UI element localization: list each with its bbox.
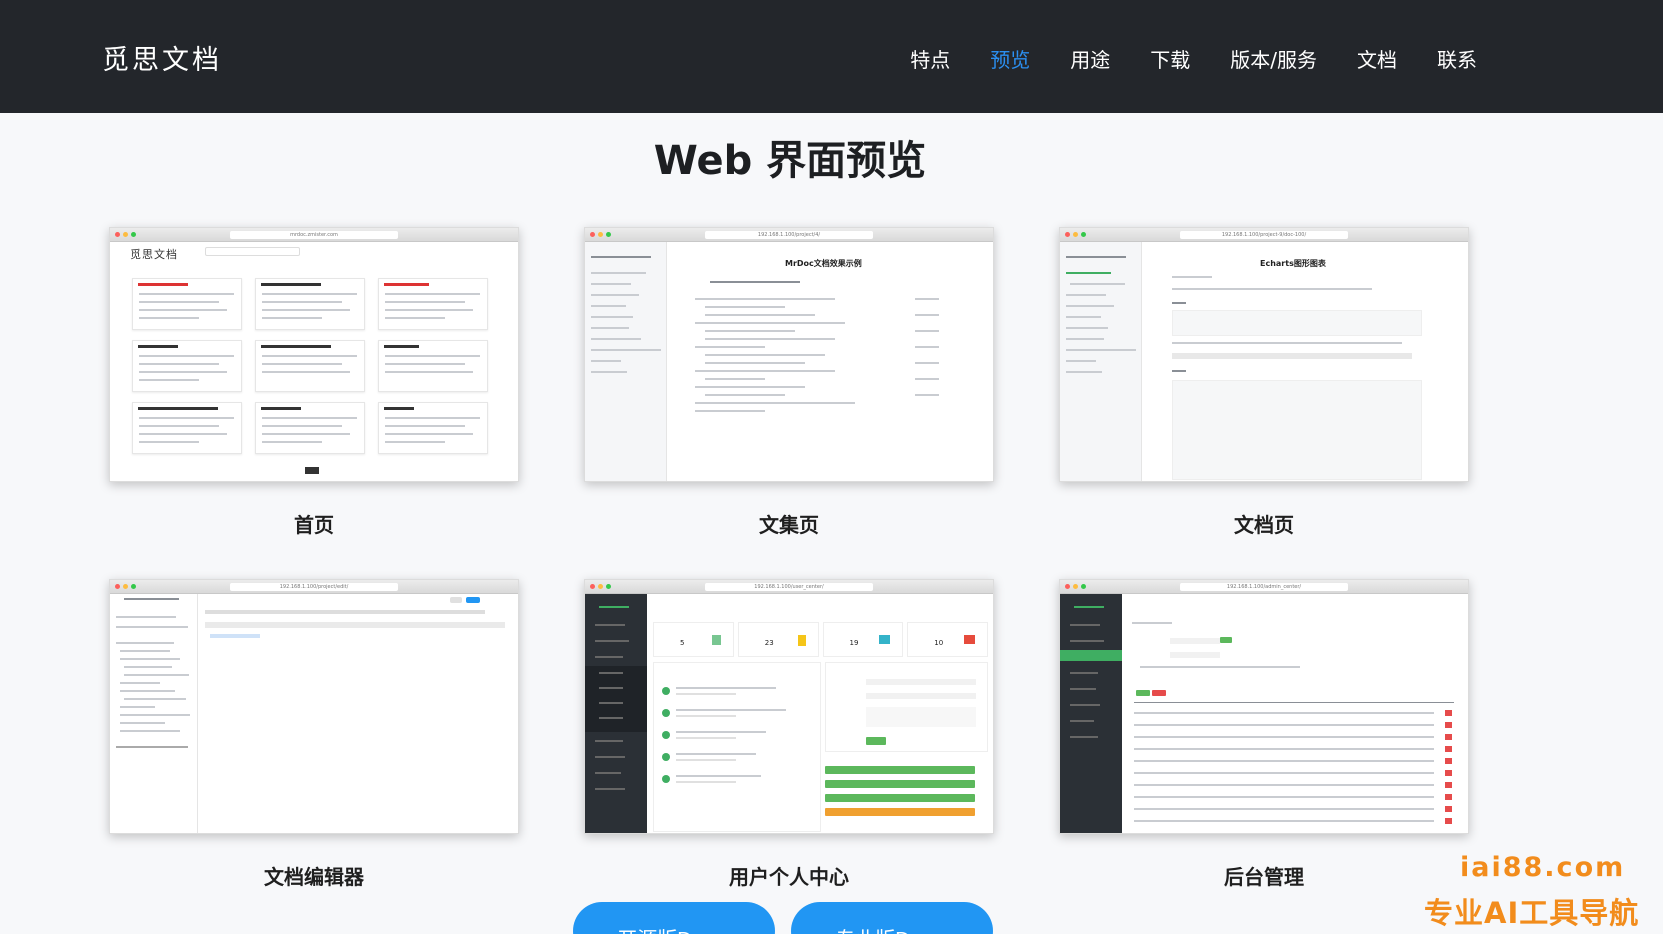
mini-dark-sidebar [1060,594,1122,833]
nav-docs[interactable]: 文档 [1357,44,1397,73]
browser-chrome: 192.168.1.100/project/4/ [585,228,993,242]
stat-value: 23 [764,639,774,647]
nav-versions-services[interactable]: 版本/服务 [1230,44,1317,73]
browser-chrome: 192.168.1.100/admin_center/ [1060,580,1468,594]
preview-card-editor: 192.168.1.100/project/edit/ 文档编辑器 [109,579,519,889]
caption-doc: 文档页 [1234,513,1294,537]
preview-card-user-center: 192.168.1.100/user_center/ 5 23 19 10 用户… [584,579,994,889]
watermark-slogan: 专业AI工具导航 [1424,896,1640,930]
nav-contact[interactable]: 联系 [1437,44,1477,73]
mini-sidebar [585,242,667,481]
nav-features[interactable]: 特点 [910,44,950,73]
mini-logo: 觅思文档 [130,248,178,261]
caption-editor: 文档编辑器 [264,865,364,889]
stat-value: 19 [849,639,859,647]
mini-form-panel [825,662,988,752]
mini-doc-title: Echarts图形图表 [1260,259,1326,268]
browser-chrome: mrdoc.zmister.com [110,228,518,242]
pro-demo-button[interactable]: 专业版Demo [791,902,993,934]
preview-card-admin: 192.168.1.100/admin_center/ 后台管理 [1059,579,1469,889]
mini-activity-panel [653,662,821,832]
browser-url: mrdoc.zmister.com [230,231,398,239]
preview-card-home: mrdoc.zmister.com 觅思文档 首页 [109,227,519,537]
preview-card-project: 192.168.1.100/project/4/ MrDoc文档效果示例 文集页 [584,227,994,537]
browser-chrome: 192.168.1.100/user_center/ [585,580,993,594]
screenshot-home[interactable]: mrdoc.zmister.com 觅思文档 [109,227,519,482]
screenshot-editor[interactable]: 192.168.1.100/project/edit/ [109,579,519,834]
stat-value: 5 [680,639,685,647]
nav-usage[interactable]: 用途 [1070,44,1110,73]
screenshot-project[interactable]: 192.168.1.100/project/4/ MrDoc文档效果示例 [584,227,994,482]
screenshot-user-center[interactable]: 192.168.1.100/user_center/ 5 23 19 10 [584,579,994,834]
mini-sidebar [1060,242,1142,481]
caption-admin: 后台管理 [1224,865,1304,889]
mini-sidebar [110,594,198,833]
browser-chrome: 192.168.1.100/project-9/doc-100/ [1060,228,1468,242]
mini-doc-title: MrDoc文档效果示例 [785,259,862,268]
mini-search-input [205,247,300,256]
stat-value: 10 [934,639,944,647]
caption-home: 首页 [294,513,334,537]
open-source-demo-button[interactable]: 开源版Demo [573,902,775,934]
mini-pagination [305,467,319,474]
site-logo[interactable]: 觅思文档 [102,38,222,77]
nav-preview[interactable]: 预览 [990,44,1030,73]
watermark-domain: iai88.com [1460,852,1626,883]
section-title: Web 界面预览 [653,138,927,184]
browser-url: 192.168.1.100/project/4/ [705,231,873,239]
browser-url: 192.168.1.100/user_center/ [705,583,873,591]
nav-download[interactable]: 下载 [1150,44,1190,73]
mini-stat-cards: 5 23 19 10 [653,622,988,657]
caption-project: 文集页 [759,513,819,537]
browser-chrome: 192.168.1.100/project/edit/ [110,580,518,594]
browser-url: 192.168.1.100/project-9/doc-100/ [1180,231,1348,239]
top-navbar: 觅思文档 特点 预览 用途 下载 版本/服务 文档 联系 [0,0,1663,113]
browser-url: 192.168.1.100/project/edit/ [230,583,398,591]
mini-dark-sidebar [585,594,647,833]
main-nav: 特点 预览 用途 下载 版本/服务 文档 联系 [870,44,1477,73]
browser-url: 192.168.1.100/admin_center/ [1180,583,1348,591]
screenshot-admin[interactable]: 192.168.1.100/admin_center/ [1059,579,1469,834]
preview-card-doc: 192.168.1.100/project-9/doc-100/ Echarts… [1059,227,1469,537]
caption-user-center: 用户个人中心 [729,865,849,889]
screenshot-doc[interactable]: 192.168.1.100/project-9/doc-100/ Echarts… [1059,227,1469,482]
